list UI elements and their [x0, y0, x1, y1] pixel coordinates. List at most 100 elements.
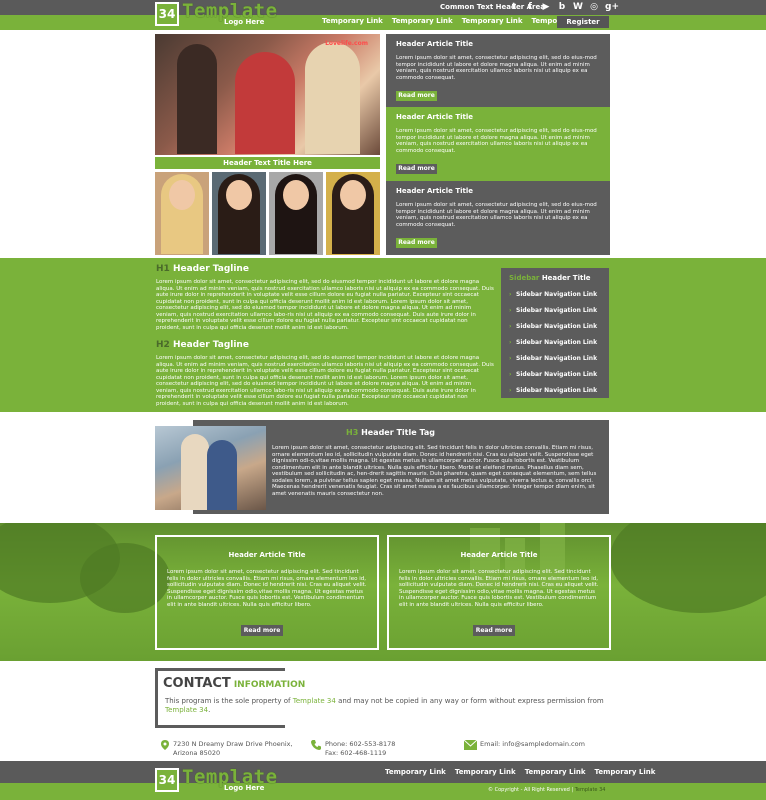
article-text: Lorem ipsum dolor sit amet, consectetur …	[167, 569, 367, 608]
instagram-icon[interactable]: ◎	[589, 2, 599, 13]
read-more-button[interactable]: Read more	[396, 91, 437, 101]
youtube-icon[interactable]: ▶	[541, 2, 551, 13]
logo[interactable]: 34 Template Logo Here	[155, 0, 277, 28]
header-bar	[0, 0, 766, 15]
h1-body-text: Lorem ipsum dolor sit amet, consectetur …	[156, 279, 494, 331]
thumbnail-image[interactable]	[212, 172, 266, 255]
contact-phone: Phone: 602-553-8178 Fax: 602-468-1119	[325, 740, 395, 758]
chevron-right-icon: ›	[509, 291, 512, 298]
thumb-face	[226, 180, 252, 210]
wordpress-icon[interactable]: W	[573, 2, 583, 13]
chevron-right-icon: ›	[509, 355, 512, 362]
google-plus-icon[interactable]: g+	[605, 2, 619, 13]
brand-link[interactable]: Template 34	[293, 697, 336, 705]
facebook-icon[interactable]: f	[525, 2, 535, 13]
copyright-text: © Copyright - All Right Reserved |	[488, 787, 574, 793]
fax-number: Fax: 602-468-1119	[325, 749, 387, 757]
footer-nav-link[interactable]: Temporary Link	[385, 768, 446, 776]
sidebar-nav-label: Sidebar Navigation Link	[516, 355, 598, 362]
sidebar-nav-link[interactable]: › Sidebar Navigation Link	[509, 355, 601, 371]
footer-nav-link[interactable]: Temporary Link	[525, 768, 586, 776]
hero-figure	[177, 44, 217, 154]
thumbnail-image[interactable]	[155, 172, 209, 255]
background-tree	[610, 523, 766, 613]
couple-image	[155, 426, 266, 510]
nav-link[interactable]: Temporary Link	[322, 17, 383, 25]
contact-title: CONTACT	[163, 676, 231, 691]
heading-prefix: H3	[346, 428, 359, 437]
sidebar-title-prefix: Sidebar	[509, 274, 540, 282]
sidebar: Sidebar Header Title › Sidebar Navigation…	[501, 268, 609, 398]
image-figure	[181, 434, 209, 510]
h3-body-text: Lorem ipsum dolor sit amet, consectetur …	[272, 445, 597, 497]
nav-link[interactable]: Temporary Link	[392, 17, 453, 25]
map-pin-icon	[161, 740, 169, 750]
image-watermark: Lovelife.com	[325, 40, 368, 47]
sidebar-nav-link[interactable]: › Sidebar Navigation Link	[509, 339, 601, 355]
phone-number[interactable]: Phone: 602-553-8178	[325, 740, 395, 749]
register-button[interactable]: Register Free	[557, 16, 609, 38]
header-article: Header Article Title Lorem ipsum dolor s…	[386, 34, 610, 108]
address-line: 7230 N Dreamy Draw Drive Phoenix,	[173, 740, 293, 748]
h2-body-text: Lorem ipsum dolor sit amet, consectetur …	[156, 355, 494, 407]
twitter-icon[interactable]: t	[509, 2, 519, 13]
thumbnail-image[interactable]	[326, 172, 380, 255]
contact-title-accent: INFORMATION	[233, 680, 306, 690]
sidebar-nav-label: Sidebar Navigation Link	[516, 339, 598, 346]
contact-text-part: This program is the sole property of	[165, 697, 291, 705]
article-text: Lorem ipsum dolor sit amet, consectetur …	[396, 202, 597, 228]
logo-mark: 34	[155, 2, 179, 26]
sidebar-nav-link[interactable]: › Sidebar Navigation Link	[509, 307, 601, 323]
footer-nav-link[interactable]: Temporary Link	[455, 768, 516, 776]
sidebar-nav: › Sidebar Navigation Link › Sidebar Naviga…	[509, 291, 601, 403]
read-more-button[interactable]: Read more	[473, 625, 515, 636]
logo-subtitle: Logo Here	[224, 784, 265, 792]
read-more-button[interactable]: Read more	[396, 164, 437, 174]
sidebar-nav-link[interactable]: › Sidebar Navigation Link	[509, 291, 601, 307]
sidebar-nav-link[interactable]: › Sidebar Navigation Link	[509, 323, 601, 339]
header-article: Header Article Title Lorem ipsum dolor s…	[386, 181, 610, 255]
park-article: Header Article Title Lorem ipsum dolor s…	[155, 535, 379, 650]
heading-prefix: H2	[156, 340, 170, 350]
sidebar-nav-link[interactable]: › Sidebar Navigation Link	[509, 387, 601, 403]
footer-nav-link[interactable]: Temporary Link	[595, 768, 656, 776]
sidebar-nav-label: Sidebar Navigation Link	[516, 323, 598, 330]
top-nav: Temporary Link Temporary Link Temporary …	[322, 17, 592, 25]
contact-email[interactable]: Email: info@sampledomain.com	[480, 740, 585, 749]
article-title: Header Article Title	[396, 40, 473, 48]
read-more-button[interactable]: Read more	[241, 625, 283, 636]
sidebar-nav-label: Sidebar Navigation Link	[516, 387, 598, 394]
heading-prefix: H1	[156, 264, 170, 274]
thumb-face	[169, 180, 195, 210]
read-more-button[interactable]: Read more	[396, 238, 437, 248]
thumb-face	[283, 180, 309, 210]
phone-icon	[311, 740, 321, 750]
copyright-brand[interactable]: Template 34	[575, 787, 606, 793]
blogger-icon[interactable]: b	[557, 2, 567, 13]
nav-link[interactable]: Temporary Link	[462, 17, 523, 25]
heading-text: Header Title Tag	[361, 428, 435, 437]
social-links: t f ▶ b W ◎ g+	[509, 2, 619, 13]
heading-text: Header Tagline	[172, 340, 249, 350]
article-title: Header Article Title	[460, 551, 538, 559]
article-text: Lorem ipsum dolor sit amet, consectetur …	[396, 55, 597, 81]
article-title: Header Article Title	[396, 187, 473, 195]
footer-logo[interactable]: 34 Template Logo Here	[155, 766, 277, 794]
contact-text: This program is the sole property of Tem…	[165, 697, 605, 715]
sidebar-nav-label: Sidebar Navigation Link	[516, 307, 598, 314]
article-title: Header Article Title	[228, 551, 306, 559]
logo-mark: 34	[155, 768, 179, 792]
h3-heading: H3 Header Title Tag	[346, 428, 435, 437]
brand-link[interactable]: Template 34	[165, 706, 208, 714]
footer-nav: Temporary Link Temporary Link Temporary …	[385, 768, 655, 776]
hero-figure	[235, 52, 295, 154]
thumbnail-image[interactable]	[269, 172, 323, 255]
thumb-face	[340, 180, 366, 210]
logo-subtitle: Logo Here	[224, 18, 265, 26]
hero-figure	[305, 42, 360, 154]
sidebar-nav-link[interactable]: › Sidebar Navigation Link	[509, 371, 601, 387]
sidebar-nav-label: Sidebar Navigation Link	[516, 371, 598, 378]
contact-text-part: and may not be copied in any way or form…	[338, 697, 604, 705]
article-title: Header Article Title	[396, 113, 473, 121]
sidebar-title-text: Header Title	[541, 274, 591, 282]
